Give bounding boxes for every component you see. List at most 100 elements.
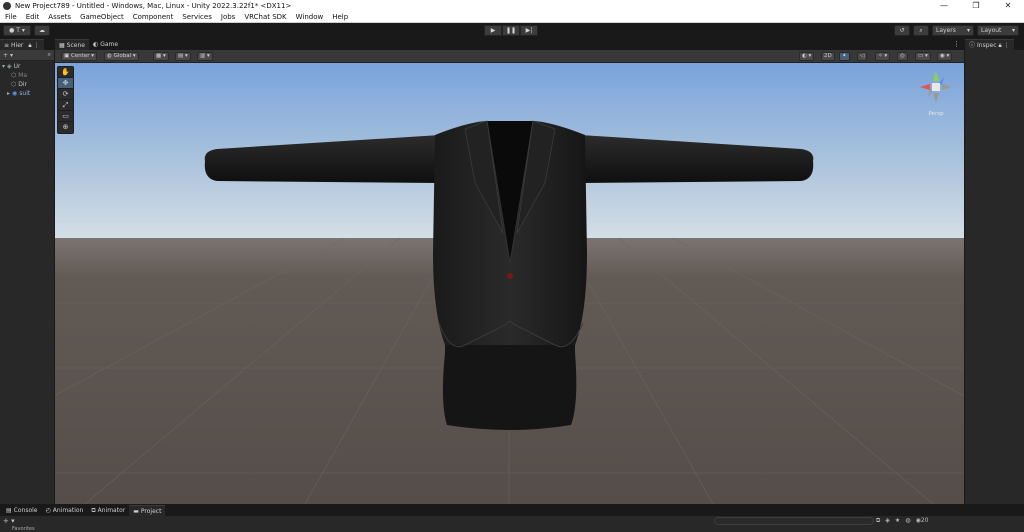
hidden-objects-toggle[interactable]: ◎ [897,52,908,61]
lock-icon[interactable]: 🔒︎ [28,40,31,51]
hierarchy-tree: ▾ ◈ Ur ⬡ Ma ⬡ Dir ▸ ◉ suit [0,61,54,98]
scene-render [55,63,964,504]
minimize-button[interactable]: — [928,0,960,12]
gizmos-dropdown[interactable]: ◉ ▾ [937,52,953,61]
search-icon: ⌕ [919,27,923,34]
camera-settings-dropdown[interactable]: ▭ ▾ [915,52,931,61]
project-search-input[interactable] [714,517,874,525]
transform-tool-icon[interactable]: ⊕ [58,122,73,133]
menu-help[interactable]: Help [327,12,352,23]
filter-type-icon[interactable]: ⧉ [876,516,880,526]
tab-inspector[interactable]: ⓘ Inspec 🔒︎ ⋮ [965,39,1014,50]
cloud-button[interactable]: ☁ [34,25,50,36]
prefab-icon: ◉ [12,90,18,97]
tab-hierarchy[interactable]: ≡ Hier 🔒︎ ⋮ [0,39,44,50]
menu-file[interactable]: File [0,12,21,23]
info-icon: ⓘ [969,41,976,49]
hierarchy-item-light[interactable]: ⬡ Dir [2,80,54,89]
visibility-icon[interactable]: ◉20 [916,516,929,526]
tool-palette: ✋ ✥ ⟳ ⤢ ▭ ⊕ [57,66,74,134]
hidden-packages-icon[interactable]: ◍ [905,516,910,526]
add-asset-button[interactable]: + ▾ [3,517,15,525]
pause-button[interactable]: ❚❚ [502,25,520,36]
lock-icon[interactable]: 🔒︎ [999,40,1002,51]
favorite-star-icon[interactable]: ★ [895,516,900,526]
history-button[interactable]: ↺ [894,25,910,36]
play-button[interactable]: ▶ [484,25,502,36]
close-button[interactable]: ✕ [992,0,1024,12]
scene-viewport[interactable]: ✋ ✥ ⟳ ⤢ ▭ ⊕ Persp [55,63,964,504]
search-button[interactable]: ⌕ [913,25,929,36]
inspector-tabstrip: ⓘ Inspec 🔒︎ ⋮ [965,38,1024,50]
folder-icon: ▬ [133,507,139,515]
more-options-icon[interactable]: ⋮ [953,39,964,50]
pivot-rotation-dropdown[interactable]: ◍ Global ▾ [104,52,139,61]
scene-view-panel: ▦ Scene ◐ Game ⋮ ▣ Center ▾ ◍ Global ▾ ▦… [55,38,964,504]
menu-window[interactable]: Window [291,12,328,23]
snap-icon: ▤ ▾ [178,53,188,59]
menu-vrchat-sdk[interactable]: VRChat SDK [239,12,290,23]
grid-snap-button[interactable]: ▦ ▾ [153,52,169,61]
scale-tool-icon[interactable]: ⤢ [58,100,73,111]
tab-project[interactable]: ▬ Project [129,505,166,516]
effects-dropdown[interactable]: ✧ ▾ [875,52,891,61]
expand-arrow-icon[interactable]: ▸ [7,90,10,97]
view-tool-hand-icon[interactable]: ✋ [58,67,73,78]
menu-edit[interactable]: Edit [21,12,44,23]
unity-logo-icon [3,2,11,10]
pivot-mode-dropdown[interactable]: ▣ Center ▾ [61,52,97,61]
console-tab-label: Console [13,507,38,514]
favorites-label: Favorites [12,526,35,532]
account-dropdown[interactable]: ● T ▾ [3,25,31,36]
filter-label-icon[interactable]: ◈ [885,516,890,526]
search-icon[interactable]: ⌕ [48,51,51,59]
more-options-icon[interactable]: ⋮ [1004,40,1010,51]
tab-game[interactable]: ◐ Game [88,39,123,50]
orientation-gizmo[interactable]: Persp [916,67,956,119]
menu-assets[interactable]: Assets [43,12,75,23]
window-title-bar: New Project789 - Untitled - Windows, Mac… [0,0,1024,12]
favorites-row[interactable]: Favorites [0,526,1024,532]
tab-scene[interactable]: ▦ Scene [55,39,89,50]
hierarchy-toolbar: + ▾ ⌕ [0,50,54,61]
move-tool-icon[interactable]: ✥ [58,78,73,89]
hierarchy-icon: ≡ [4,41,10,49]
layers-dropdown[interactable]: Layers ▾ [932,25,974,36]
expand-arrow-icon[interactable]: ▾ [2,63,5,70]
hierarchy-item-scene[interactable]: ▾ ◈ Ur [2,62,54,71]
maximize-button[interactable]: ❐ [960,0,992,12]
toggle-2d-button[interactable]: 2D [821,52,835,61]
menu-jobs[interactable]: Jobs [216,12,239,23]
game-controller-icon: ◐ [92,41,99,48]
layout-dropdown[interactable]: Layout ▾ [977,25,1019,36]
tab-animation[interactable]: ◴ Animation [41,505,88,516]
more-options-icon[interactable]: ⋮ [34,40,40,51]
project-filter-icons: ⧉ ◈ ★ ◍ ◉20 [876,516,928,526]
lightbulb-icon: ✦ [842,53,847,59]
pivot-icon: ▣ [64,53,70,59]
draw-mode-dropdown[interactable]: ◐ ▾ [799,52,815,61]
inspector-panel: ⓘ Inspec 🔒︎ ⋮ [964,38,1024,504]
hierarchy-item-suit[interactable]: ▸ ◉ suit [2,89,54,98]
tab-animator[interactable]: ⧉ Animator [87,505,130,516]
pause-icon: ❚❚ [505,27,517,34]
menu-component[interactable]: Component [128,12,178,23]
step-button[interactable]: ▶| [520,25,538,36]
inspector-tab-label: Inspec [977,41,997,49]
add-button[interactable]: + ▾ [3,52,13,59]
hierarchy-item-camera[interactable]: ⬡ Ma [2,71,54,80]
menu-gameobject[interactable]: GameObject [75,12,128,23]
tab-console[interactable]: ▤ Console [2,505,42,516]
bottom-panel: ▤ Console ◴ Animation ⧉ Animator ▬ Proje… [0,504,1024,532]
button-detail [507,273,513,279]
audio-toggle[interactable]: ◁ [857,52,868,61]
lighting-toggle[interactable]: ✦ [839,52,850,61]
toggle-2d-label: 2D [824,53,832,59]
global-icon: ◍ [107,53,112,59]
align-button[interactable]: ▥ ▾ [197,52,213,61]
rotate-tool-icon[interactable]: ⟳ [58,89,73,100]
menu-services[interactable]: Services [177,12,216,23]
snap-increment-button[interactable]: ▤ ▾ [175,52,191,61]
history-icon: ↺ [899,27,905,34]
rect-tool-icon[interactable]: ▭ [58,111,73,122]
